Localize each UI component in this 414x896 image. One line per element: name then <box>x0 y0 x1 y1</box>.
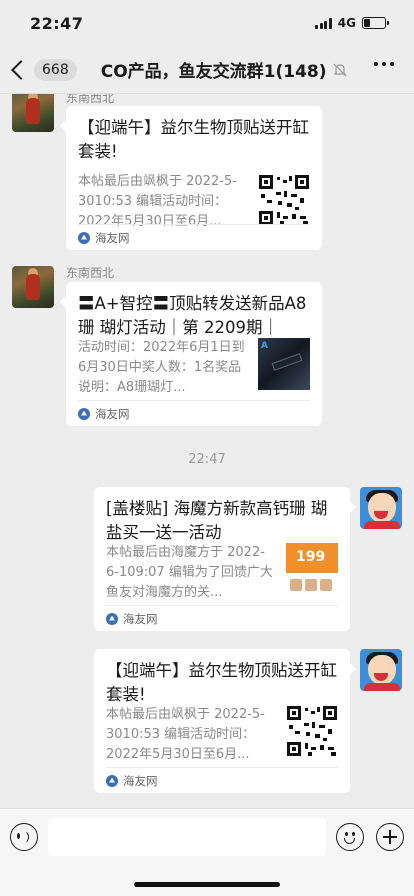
source-name: 海友网 <box>95 406 130 421</box>
card-source: 海友网 <box>106 767 338 793</box>
sender-avatar[interactable] <box>12 266 54 308</box>
home-indicator <box>134 882 280 887</box>
chat-header: 668 CO产品，鱼友交流群1(148) <box>0 46 414 94</box>
source-name: 海友网 <box>123 773 158 788</box>
back-icon[interactable] <box>11 59 31 80</box>
more-functions-icon[interactable] <box>376 823 404 851</box>
emoji-icon[interactable] <box>336 823 364 851</box>
card-description: 本帖最后由飒枫于 2022-5-3010:53 编辑活动时间：2022年5月30… <box>106 707 265 762</box>
card-source: 海友网 <box>78 224 310 250</box>
own-avatar[interactable] <box>360 649 402 691</box>
source-name: 海友网 <box>95 230 130 245</box>
own-avatar[interactable] <box>360 487 402 529</box>
link-card[interactable]: 【迎端午】益尔生物顶贴送开缸套装! 本帖最后由飒枫于 2022-5-3010:5… <box>60 106 322 250</box>
card-title: 【迎端午】益尔生物顶贴送开缸套装! <box>106 661 337 704</box>
sender-name: 东南西北 <box>66 266 115 280</box>
qr-code-thumbnail <box>258 174 310 226</box>
sender-name: 东南西北 <box>66 94 115 105</box>
network-type: 4G <box>337 16 356 30</box>
card-title: 【迎端午】益尔生物顶贴送开缸套装! <box>78 118 309 161</box>
more-options-icon[interactable] <box>374 62 394 66</box>
status-bar: 22:47 4G <box>0 0 414 46</box>
status-indicators: 4G <box>315 16 389 30</box>
source-icon <box>106 612 118 625</box>
card-source: 海友网 <box>106 605 338 631</box>
card-title: [盖楼贴] 海魔方新款高钙珊 瑚盐买一送一活动 <box>106 499 328 542</box>
link-card[interactable]: [盖楼贴] 海魔方新款高钙珊 瑚盐买一送一活动 本帖最后由海魔方于 2022-6… <box>94 487 356 631</box>
source-name: 海友网 <box>123 611 158 626</box>
source-icon <box>78 407 90 420</box>
battery-icon <box>362 17 389 29</box>
card-title: 〓A+智控〓顶贴转发送新品A8珊 瑚灯活动｜第 2209期｜ <box>78 294 307 337</box>
sender-avatar[interactable] <box>12 94 54 132</box>
chat-title: CO产品，鱼友交流群1(148) <box>100 62 327 82</box>
mute-icon <box>333 63 346 76</box>
source-icon <box>78 231 90 244</box>
status-time: 22:47 <box>30 13 84 33</box>
card-description: 活动时间：2022年6月1日到6月30日中奖人数：1名奖品说明：A8珊瑚灯... <box>78 340 245 395</box>
unread-count-badge[interactable]: 668 <box>34 58 77 81</box>
promo-ad-thumbnail: 199 <box>286 543 338 595</box>
qr-code-thumbnail <box>286 705 338 757</box>
link-card[interactable]: 〓A+智控〓顶贴转发送新品A8珊 瑚灯活动｜第 2209期｜ 活动时间：2022… <box>60 282 322 426</box>
message-timestamp: 22:47 <box>188 452 226 467</box>
message-input[interactable] <box>48 818 326 856</box>
card-description: 本帖最后由飒枫于 2022-5-3010:53 编辑活动时间：2022年5月30… <box>78 174 237 229</box>
source-icon <box>106 774 118 787</box>
chat-messages[interactable]: 东南西北 【迎端午】益尔生物顶贴送开缸套装! 本帖最后由飒枫于 2022-5-3… <box>0 94 414 808</box>
card-source: 海友网 <box>78 400 310 426</box>
card-description: 本帖最后由海魔方于 2022-6-109:07 编辑为了回馈广大鱼友对海魔方的关… <box>106 545 273 600</box>
voice-input-icon[interactable] <box>10 823 38 851</box>
link-card[interactable]: 【迎端午】益尔生物顶贴送开缸套装! 本帖最后由飒枫于 2022-5-3010:5… <box>94 649 356 793</box>
signal-icon <box>315 17 332 29</box>
aquarium-light-thumbnail: A <box>258 338 310 390</box>
